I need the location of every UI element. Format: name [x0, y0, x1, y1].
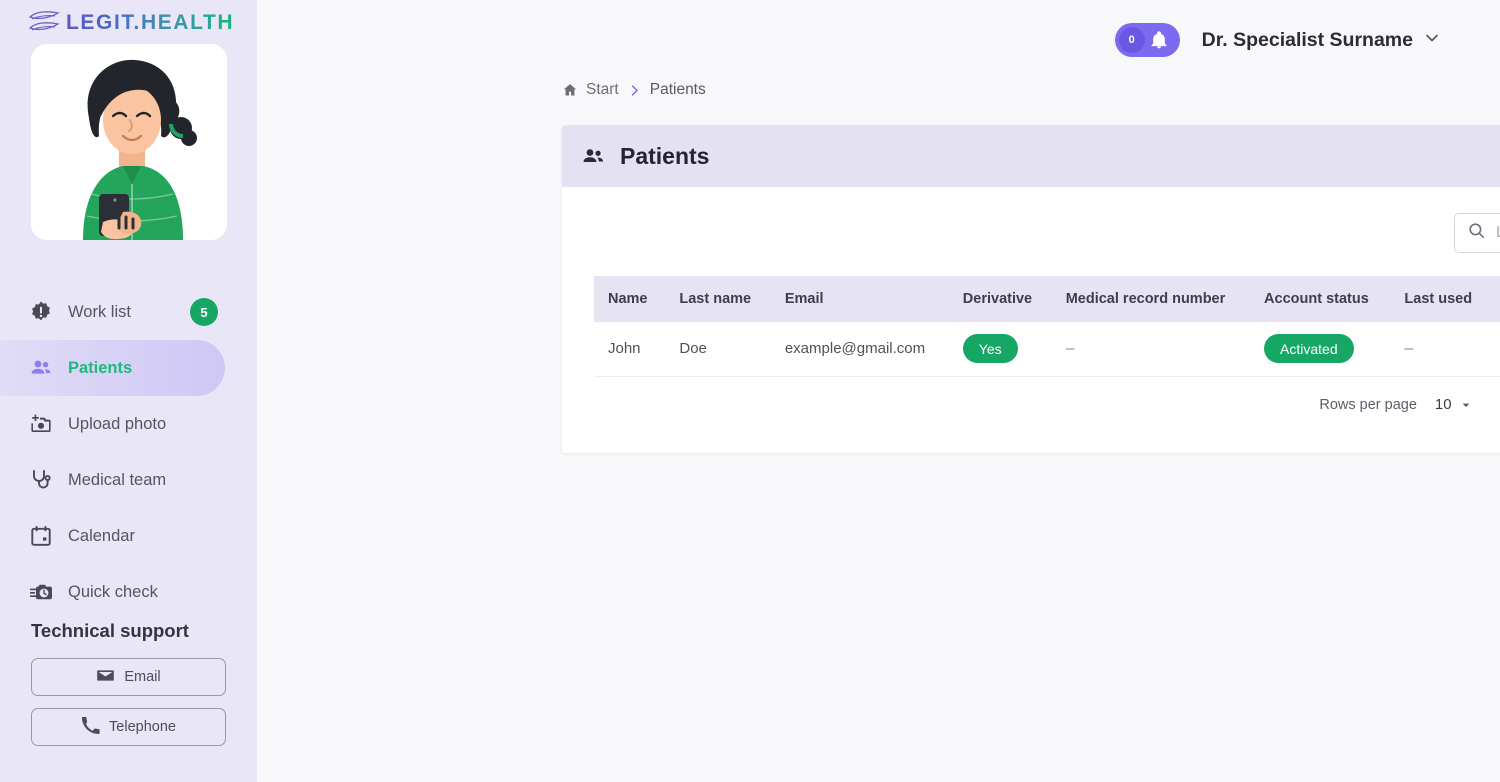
patients-table-head: Name Last name Email Derivative Medical …: [594, 276, 1500, 322]
pagination: Rows per page 10 1–2 of 2: [594, 377, 1500, 433]
sidebar-item-medical-team[interactable]: Medical team: [0, 452, 257, 508]
people-icon: [28, 355, 54, 381]
patients-card-body: Name Last name Email Derivative Medical …: [562, 187, 1500, 453]
sidebar: LEGIT.HEALTH: [0, 0, 257, 782]
caret-down-icon: [1458, 397, 1474, 413]
sidebar-item-label: Upload photo: [68, 415, 166, 434]
envelope-icon: [96, 666, 115, 689]
support-email-label: Email: [124, 669, 160, 685]
column-header-medical-record[interactable]: Medical record number: [1052, 276, 1250, 322]
home-icon[interactable]: [562, 82, 578, 98]
cell-last-used: –: [1390, 322, 1491, 376]
search-row: [594, 213, 1500, 253]
search-input[interactable]: [1496, 224, 1500, 242]
table-row[interactable]: John Doe example@gmail.com Yes – Activat…: [594, 322, 1500, 376]
column-header-last-name[interactable]: Last name: [665, 276, 770, 322]
sidebar-nav: Work list 5 Patients: [0, 284, 257, 620]
column-header-actions: Actions: [1492, 276, 1500, 322]
column-header-derivative[interactable]: Derivative: [949, 276, 1052, 322]
calendar-icon: [28, 523, 54, 549]
brand-logo-text: LEGIT.HEALTH: [66, 12, 234, 33]
cell-derivative: Yes: [949, 322, 1052, 376]
cell-medical-record-number: –: [1052, 322, 1250, 376]
work-list-badge: 5: [190, 298, 218, 326]
patients-card: Patients Add: [562, 125, 1500, 453]
rows-per-page-label: Rows per page: [1319, 397, 1417, 413]
sidebar-item-work-list[interactable]: Work list 5: [0, 284, 257, 340]
app-root: LEGIT.HEALTH: [0, 0, 1500, 782]
alert-badge-icon: [28, 299, 54, 325]
add-a-photo-icon: [28, 411, 54, 437]
main-content: 0 Dr. Specialist Surname: [257, 0, 1500, 782]
support-telephone-label: Telephone: [109, 719, 176, 735]
sidebar-item-label: Work list: [68, 303, 131, 322]
sidebar-item-upload-photo[interactable]: Upload photo: [0, 396, 257, 452]
phone-icon: [81, 716, 100, 739]
column-header-name[interactable]: Name: [594, 276, 665, 322]
breadcrumb: Start Patients: [257, 77, 1500, 103]
sidebar-item-label: Patients: [68, 359, 132, 378]
column-header-last-used[interactable]: Last used: [1390, 276, 1491, 322]
empty-value: –: [1066, 340, 1075, 357]
status-badge: Activated: [1264, 334, 1354, 363]
sidebar-item-label: Quick check: [68, 583, 158, 602]
cell-account-status: Activated: [1250, 322, 1390, 376]
stacked-leaves-icon: [28, 9, 62, 35]
sidebar-item-patients[interactable]: Patients: [0, 340, 225, 396]
patients-table-body: John Doe example@gmail.com Yes – Activat…: [594, 322, 1500, 376]
cell-actions: [1492, 322, 1500, 376]
technical-support-title: Technical support: [31, 620, 226, 642]
notifications-button[interactable]: 0: [1115, 23, 1180, 57]
topbar: 0 Dr. Specialist Surname: [257, 0, 1500, 80]
page-title: Patients: [620, 143, 709, 170]
cell-email: example@gmail.com: [771, 322, 949, 376]
empty-value: –: [1404, 340, 1413, 357]
sidebar-item-quick-check[interactable]: Quick check: [0, 564, 257, 620]
search-box[interactable]: [1454, 213, 1500, 253]
breadcrumb-current: Patients: [650, 81, 706, 99]
search-icon: [1467, 221, 1486, 245]
sidebar-item-calendar[interactable]: Calendar: [0, 508, 257, 564]
support-email-button[interactable]: Email: [31, 658, 226, 696]
page-title-wrap: Patients: [581, 143, 709, 170]
hero-illustration: [31, 44, 227, 240]
chevron-right-icon: [627, 83, 642, 98]
user-name-label: Dr. Specialist Surname: [1202, 29, 1413, 52]
rows-per-page-value: 10: [1435, 396, 1452, 413]
notifications-count-badge: 0: [1119, 27, 1145, 53]
quick-camera-icon: [28, 579, 54, 605]
rows-per-page-select[interactable]: 10: [1435, 396, 1474, 413]
patients-card-header: Patients Add: [562, 125, 1500, 187]
brand-logo[interactable]: LEGIT.HEALTH: [0, 0, 257, 44]
column-header-email[interactable]: Email: [771, 276, 949, 322]
column-header-account-status[interactable]: Account status: [1250, 276, 1390, 322]
bell-icon: [1149, 30, 1169, 50]
people-icon: [581, 144, 606, 169]
support-telephone-button[interactable]: Telephone: [31, 708, 226, 746]
stethoscope-icon: [28, 467, 54, 493]
technical-support-section: Technical support Email Telephone: [0, 620, 257, 782]
breadcrumb-start[interactable]: Start: [586, 81, 619, 99]
cell-last-name: Doe: [665, 322, 770, 376]
cell-name: John: [594, 322, 665, 376]
patients-table: Name Last name Email Derivative Medical …: [594, 276, 1500, 377]
chevron-down-icon: [1422, 28, 1442, 53]
sidebar-item-label: Calendar: [68, 527, 135, 546]
derivative-badge: Yes: [963, 334, 1018, 363]
sidebar-item-label: Medical team: [68, 471, 166, 490]
table-header-row: Name Last name Email Derivative Medical …: [594, 276, 1500, 322]
user-menu[interactable]: Dr. Specialist Surname: [1202, 28, 1442, 53]
